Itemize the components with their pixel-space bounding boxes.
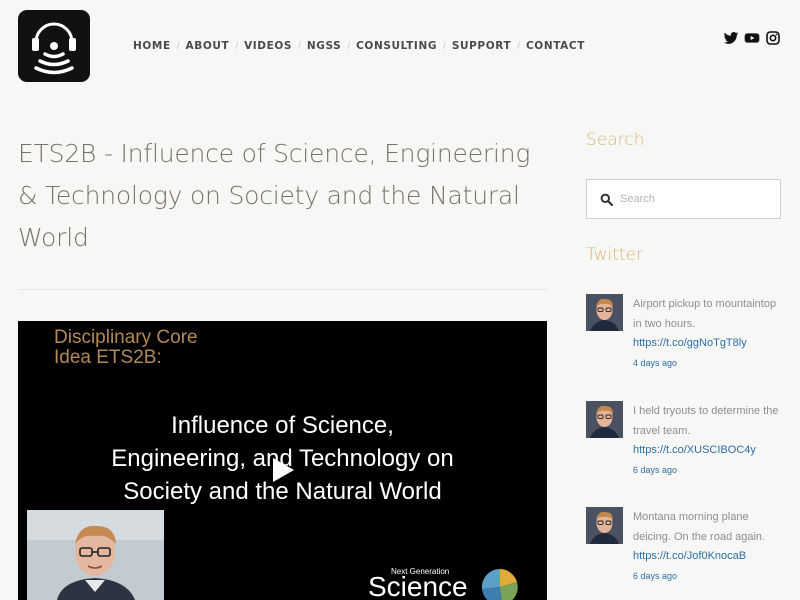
search-heading: Search [586, 130, 645, 150]
presenter-image-icon [27, 510, 164, 600]
tweet-link[interactable]: https://t.co/XUSCIBOC4y [633, 441, 785, 460]
nav-separator: / [347, 40, 351, 52]
play-icon[interactable] [271, 457, 295, 483]
tweet-time[interactable]: 4 days ago [633, 354, 785, 372]
ngss-brand-big: Science [368, 571, 468, 600]
nav-separator: / [298, 40, 301, 52]
nav-videos[interactable]: VIDEOS [244, 40, 292, 52]
search-box [586, 179, 781, 219]
nav-separator: / [176, 40, 180, 52]
tweet-body: Airport pickup to mountaintop in two hou… [633, 294, 785, 372]
headphones-logo-icon [32, 22, 76, 75]
nav-support[interactable]: SUPPORT [452, 40, 511, 52]
ngss-logo-icon [482, 569, 518, 600]
social-links [723, 30, 781, 46]
presenter-thumbnail [27, 510, 164, 600]
ngss-brand: Next Generation Science [368, 567, 547, 600]
tweet-link[interactable]: https://t.co/Jof0KnocaB [633, 547, 785, 566]
tweet-body: I held tryouts to determine the travel t… [633, 401, 785, 479]
nav-separator: / [443, 40, 446, 52]
site-logo[interactable] [18, 10, 90, 82]
title-divider [18, 289, 547, 290]
tweet-text: I held tryouts to determine the travel t… [633, 405, 779, 437]
twitter-icon[interactable] [723, 30, 739, 46]
tweet-time[interactable]: 6 days ago [633, 567, 785, 585]
avatar-photo-icon [586, 401, 623, 438]
nav-ngss[interactable]: NGSS [307, 40, 341, 52]
tweet-text: Montana morning plane deicing. On the ro… [633, 511, 766, 543]
avatar[interactable] [586, 507, 623, 544]
nav-separator: / [517, 40, 520, 52]
twitter-heading: Twitter [586, 245, 643, 265]
video-core-label: Disciplinary Core Idea ETS2B: [54, 328, 198, 368]
tweet-body: Montana morning plane deicing. On the ro… [633, 507, 785, 585]
nav-home[interactable]: HOME [133, 40, 171, 52]
avatar-photo-icon [586, 294, 623, 331]
youtube-icon[interactable] [744, 30, 760, 46]
nav-consulting[interactable]: CONSULTING [356, 40, 437, 52]
avatar[interactable] [586, 294, 623, 331]
tweet-link[interactable]: https://t.co/ggNoTgT8ly [633, 334, 785, 353]
page-title: ETS2B - Influence of Science, Engineerin… [18, 139, 531, 252]
search-input[interactable] [620, 190, 770, 208]
avatar-photo-icon [586, 507, 623, 544]
nav-contact[interactable]: CONTACT [526, 40, 585, 52]
search-icon [600, 193, 613, 206]
nav-separator: / [235, 40, 239, 52]
video-player[interactable]: Disciplinary Core Idea ETS2B: Influence … [18, 321, 547, 600]
video-core-line1: Disciplinary Core [54, 327, 198, 348]
video-core-line2: Idea ETS2B: [54, 347, 162, 368]
instagram-icon[interactable] [765, 30, 781, 46]
tweet-time[interactable]: 6 days ago [633, 461, 785, 479]
avatar[interactable] [586, 401, 623, 438]
main-nav: HOME / ABOUT / VIDEOS / NGSS / CONSULTIN… [133, 38, 585, 54]
video-title-line1: Influence of Science, [171, 412, 394, 439]
nav-about[interactable]: ABOUT [186, 40, 230, 52]
tweet-text: Airport pickup to mountaintop in two hou… [633, 298, 777, 330]
